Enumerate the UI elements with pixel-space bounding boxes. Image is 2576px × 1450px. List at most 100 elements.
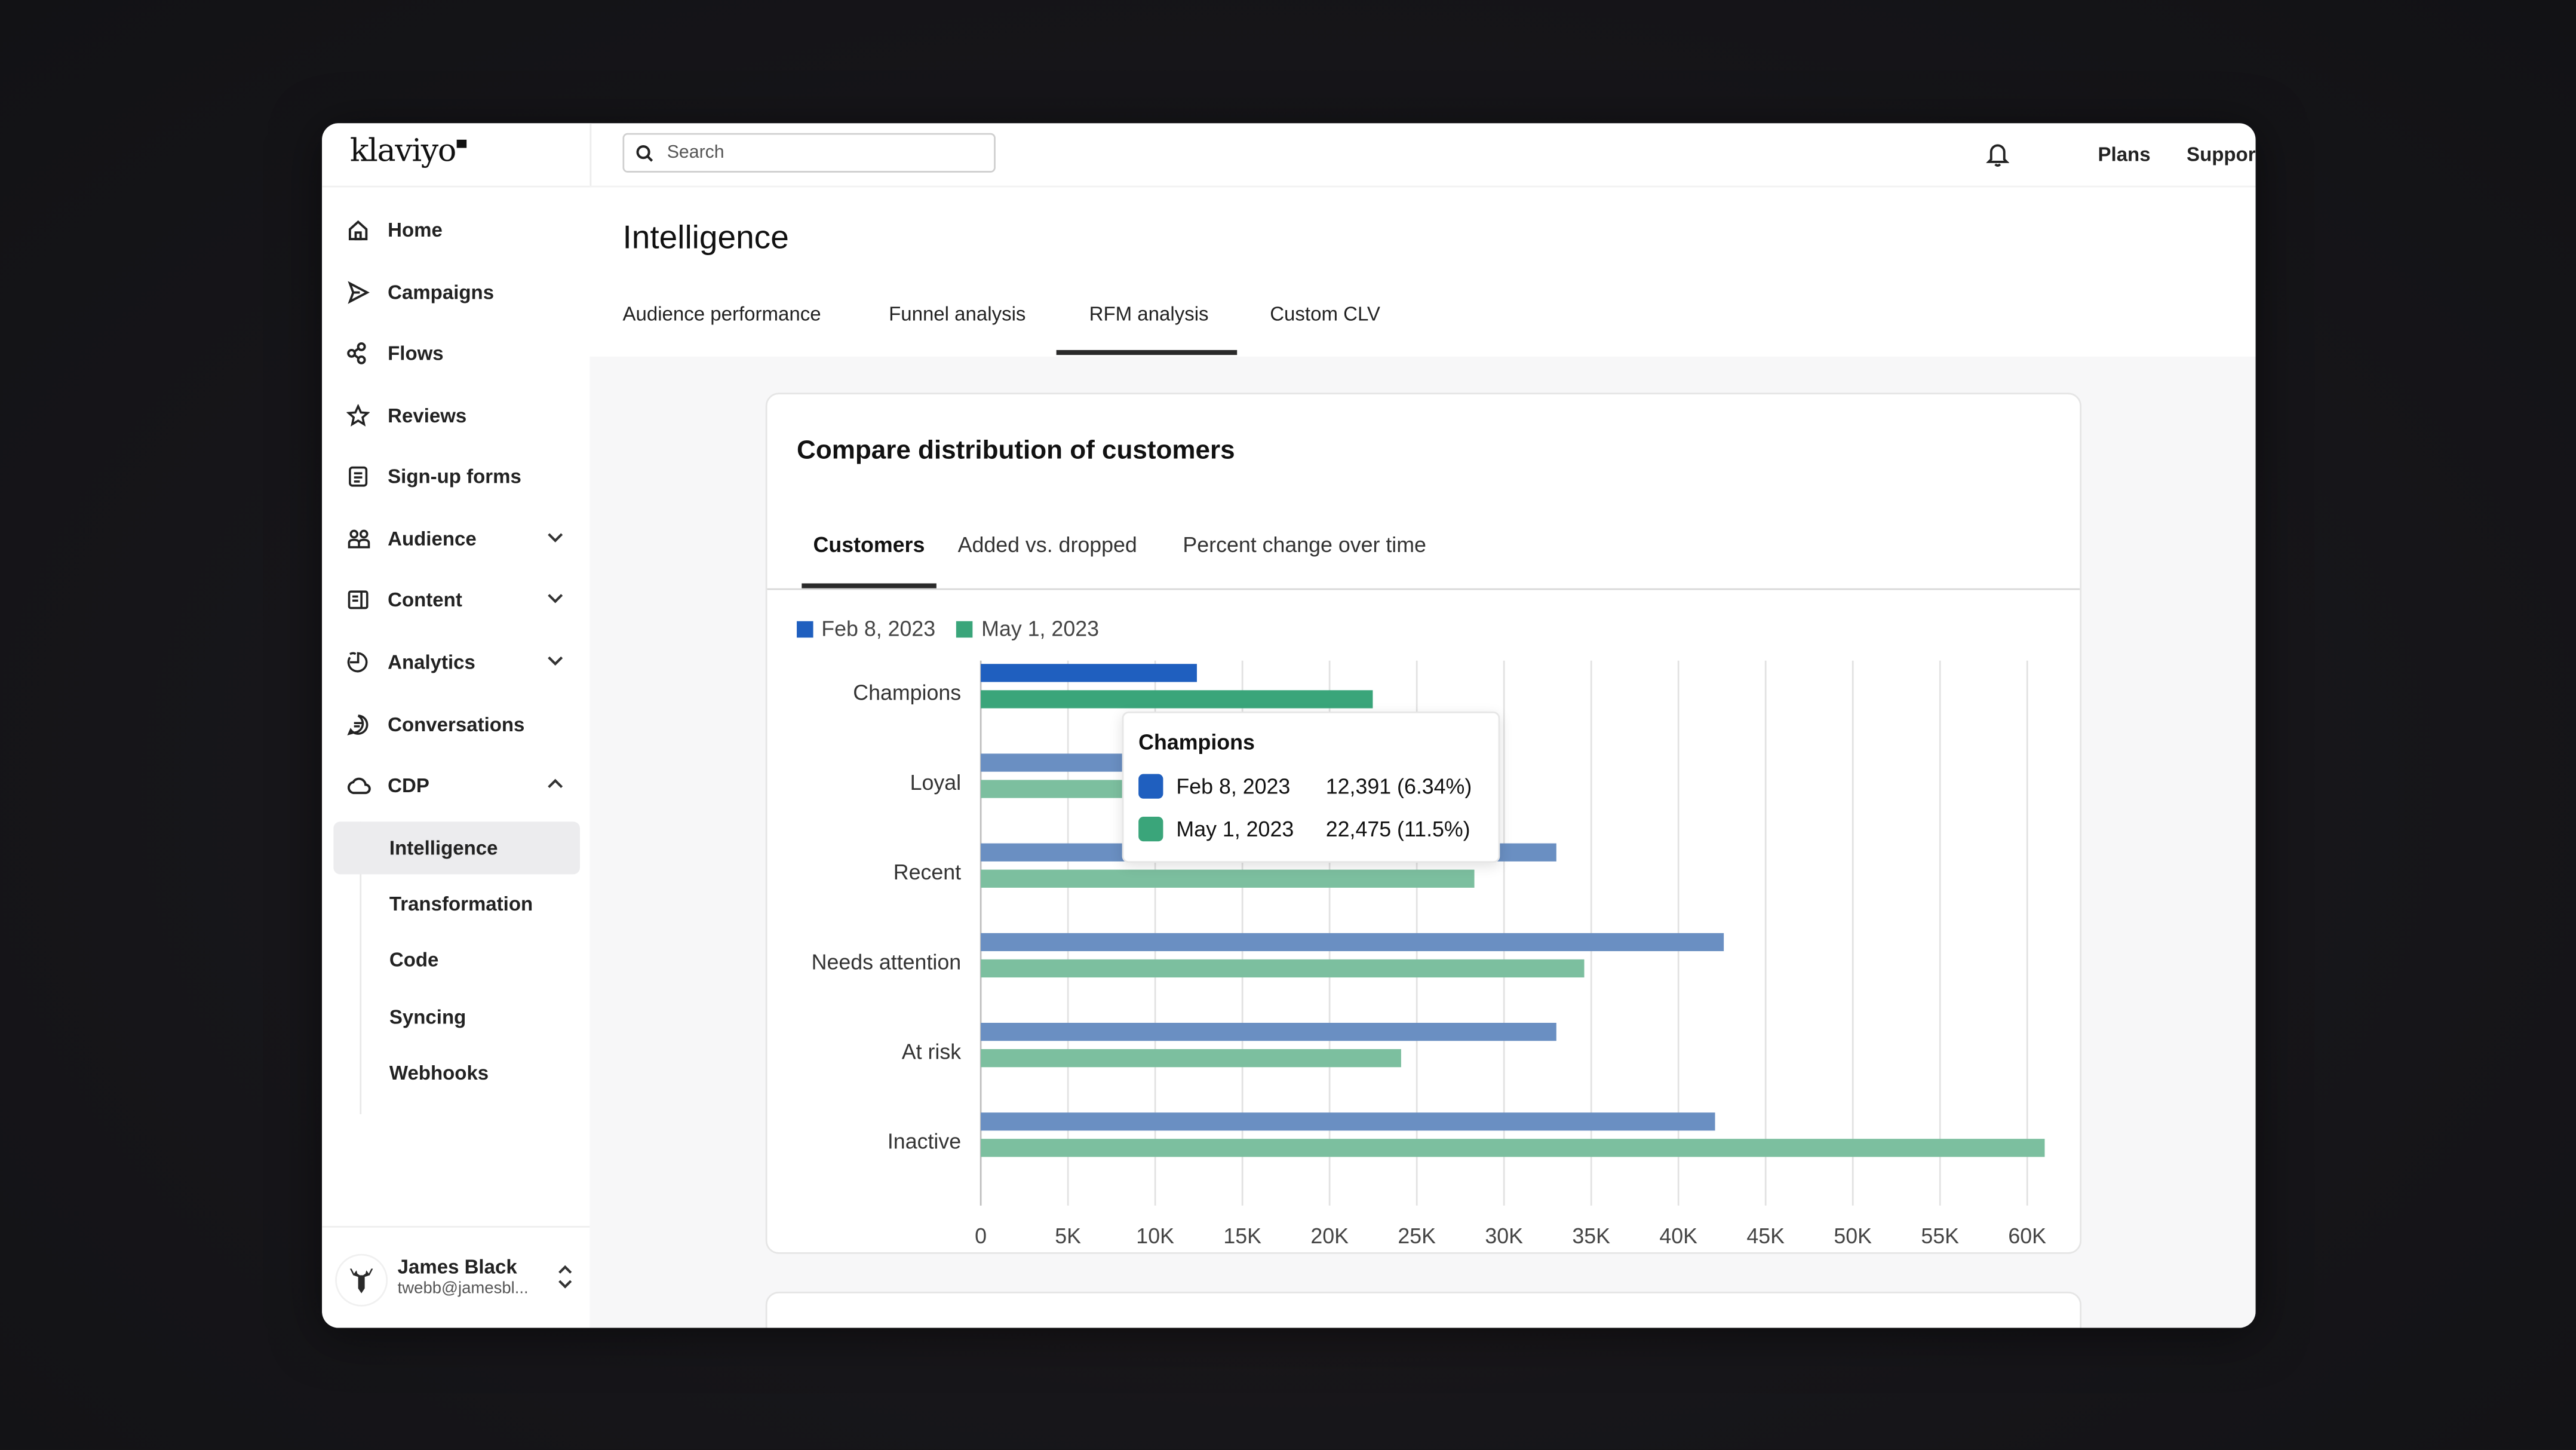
active-subtab-indicator [802,583,937,588]
app-window: klaviyo Home Campaigns Flows Reviews Sig… [322,123,2256,1328]
sidebar-subitem-label: Webhooks [389,1061,489,1085]
tooltip-value: 12,391 (6.34%) [1325,774,1472,799]
category-label: Loyal [910,771,961,795]
sidebar-subitem-webhooks[interactable]: Webhooks [333,1047,580,1099]
sidebar-subitem-syncing[interactable]: Syncing [333,991,580,1044]
home-icon [345,217,371,243]
sidebar-item-label: Analytics [388,651,475,674]
sidebar-item-audience[interactable]: Audience [345,517,580,560]
sidebar-item-content[interactable]: Content [345,578,580,621]
category-label: Recent [894,860,961,884]
sidebar: klaviyo Home Campaigns Flows Reviews Sig… [322,123,592,1328]
bar[interactable] [981,959,1585,978]
divider [322,1225,590,1228]
tab-rfm-analysis[interactable]: RFM analysis [1089,302,1209,326]
sidebar-item-flows[interactable]: Flows [345,332,580,375]
user-name: James Black [397,1255,517,1279]
category-label: Needs attention [812,950,961,974]
search-icon [636,144,653,161]
tab-percent-change[interactable]: Percent change over time [1183,532,1426,557]
chat-icon [345,712,371,738]
chevron-down-icon[interactable] [544,587,567,610]
tab-customers[interactable]: Customers [813,532,925,557]
secondary-card [765,1291,2082,1328]
legend-item-feb[interactable]: Feb 8, 2023 [797,616,936,641]
bar[interactable] [981,1049,1401,1068]
chevron-down-icon[interactable] [544,526,567,549]
x-tick-label: 15K [1223,1224,1261,1248]
divider [322,185,590,188]
bar[interactable] [981,1112,1715,1131]
flows-icon [345,340,371,366]
sidebar-subitem-label: Code [389,948,439,971]
sidebar-subitem-transformation[interactable]: Transformation [333,878,580,930]
tooltip-value: 22,475 (11.5%) [1325,817,1470,842]
legend-label: May 1, 2023 [981,616,1099,641]
page-header: Intelligence Audience performance Funnel… [589,187,2256,357]
tab-funnel-analysis[interactable]: Funnel analysis [889,302,1026,326]
divider [767,588,2080,590]
tooltip-row: May 1, 2023 22,475 (11.5%) [1138,817,1470,842]
sidebar-item-analytics[interactable]: Analytics [345,641,580,684]
page-title: Intelligence [622,220,789,257]
top-bar: Plans Support [589,123,2256,188]
tab-custom-clv[interactable]: Custom CLV [1270,302,1380,326]
klaviyo-logo[interactable]: klaviyo [349,133,468,170]
bar[interactable] [981,1022,1556,1041]
sidebar-subitem-code[interactable]: Code [333,933,580,986]
chart-tooltip: Champions Feb 8, 2023 12,391 (6.34%) May… [1122,712,1500,863]
chevron-down-icon[interactable] [544,649,567,672]
category-label: Champions [853,681,961,705]
sidebar-item-label: Audience [388,527,477,551]
bar[interactable] [981,933,1724,952]
legend-swatch [797,620,813,637]
chevron-up-icon[interactable] [544,772,567,796]
star-icon [345,403,371,429]
search-box[interactable] [622,133,996,173]
tooltip-title: Champions [1138,729,1255,755]
search-input[interactable] [664,141,982,165]
logo-flag-icon [457,139,468,148]
analytics-icon [345,649,371,675]
category-label: Inactive [888,1130,961,1154]
distribution-card: Compare distribution of customers Custom… [765,393,2082,1254]
sidebar-item-reviews[interactable]: Reviews [345,394,580,437]
sidebar-item-conversations[interactable]: Conversations [345,703,580,746]
sidebar-item-cdp[interactable]: CDP [345,764,580,807]
user-email: twebb@jamesbl... [397,1280,529,1298]
bar[interactable] [981,869,1475,888]
legend-item-may[interactable]: May 1, 2023 [956,616,1099,641]
plans-link[interactable]: Plans [2098,143,2151,166]
sidebar-item-label: Flows [388,342,444,365]
bell-icon[interactable] [1986,142,2009,168]
account-switcher[interactable]: James Black twebb@jamesbl... [335,1246,582,1311]
sidebar-subitem-label: Intelligence [389,836,498,860]
bar[interactable] [981,1139,2045,1157]
support-link[interactable]: Support [2187,143,2256,166]
sidebar-item-home[interactable]: Home [345,209,580,252]
x-tick-label: 45K [1746,1224,1785,1248]
sidebar-subitem-intelligence[interactable]: Intelligence [333,821,580,875]
chevron-up-down-icon [558,1265,572,1289]
content-icon [345,587,371,613]
tooltip-date: Feb 8, 2023 [1176,774,1291,799]
active-tab-indicator [1056,350,1238,355]
legend-label: Feb 8, 2023 [821,616,936,641]
sidebar-item-label: Home [388,218,443,242]
sidebar-item-signup-forms[interactable]: Sign-up forms [345,455,580,498]
main-content: Intelligence Audience performance Funnel… [589,187,2256,1328]
chart-legend: Feb 8, 2023 May 1, 2023 [797,616,1120,641]
x-tick-label: 0 [975,1224,987,1248]
tab-added-vs-dropped[interactable]: Added vs. dropped [958,532,1137,557]
sidebar-item-label: CDP [388,774,429,798]
sidebar-item-campaigns[interactable]: Campaigns [345,271,580,314]
x-tick-label: 10K [1136,1224,1174,1248]
x-tick-label: 30K [1485,1224,1523,1248]
logo-text: klaviyo [349,133,457,170]
bar[interactable] [981,664,1197,682]
tooltip-swatch [1138,817,1163,842]
tab-audience-performance[interactable]: Audience performance [622,302,821,326]
x-tick-label: 60K [2008,1224,2046,1248]
bar[interactable] [981,690,1373,709]
sidebar-item-label: Sign-up forms [388,465,521,488]
